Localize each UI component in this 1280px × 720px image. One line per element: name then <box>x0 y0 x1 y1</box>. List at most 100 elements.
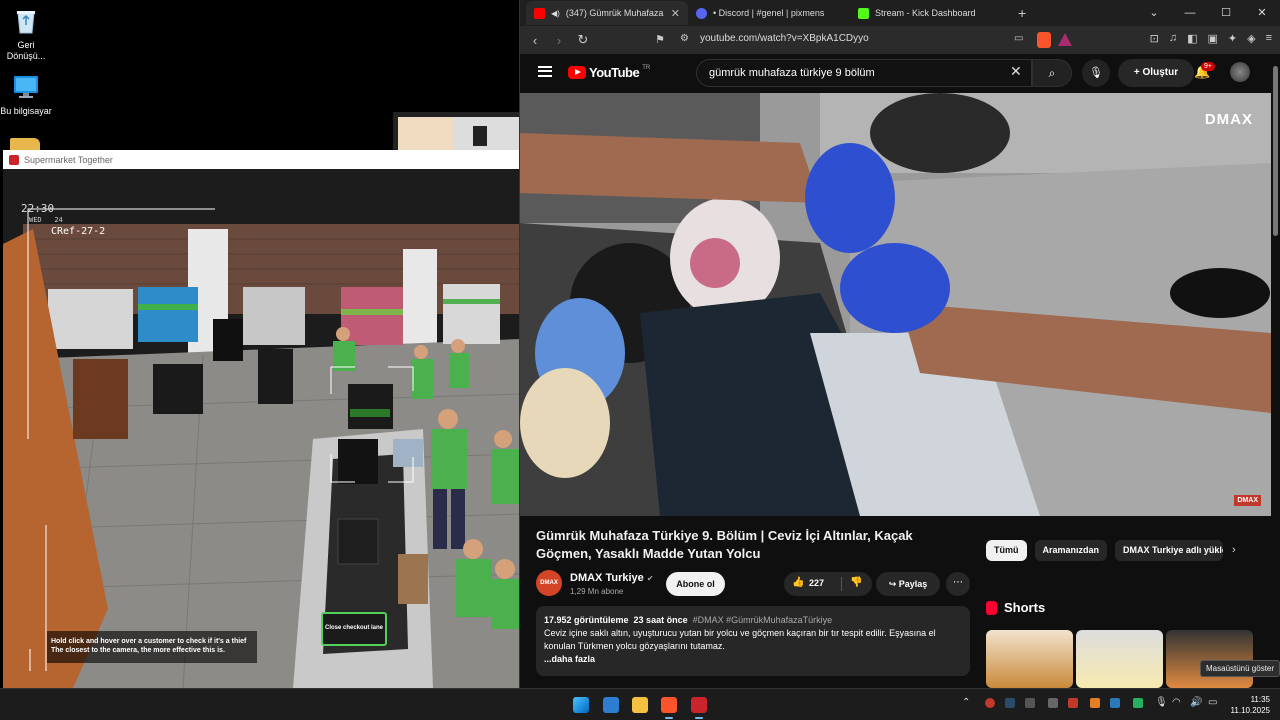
file-explorer-icon[interactable] <box>632 697 648 713</box>
wallet-icon[interactable]: ▣ <box>1207 32 1217 45</box>
short-thumbnail[interactable] <box>1076 630 1163 688</box>
close-checkout-lane-button[interactable]: Close checkout lane <box>321 612 387 646</box>
widgets-icon[interactable] <box>603 697 619 713</box>
menu-icon[interactable]: ≡ <box>1266 32 1272 45</box>
chevron-down-icon[interactable]: ⌄ <box>1136 0 1172 26</box>
account-avatar[interactable] <box>1230 62 1250 82</box>
short-thumbnail[interactable] <box>1166 630 1253 688</box>
video-player[interactable]: DMAX DMAX <box>520 93 1271 516</box>
like-icon[interactable]: 👍 <box>792 577 804 588</box>
upload-age: 23 saat önce <box>633 615 688 625</box>
music-icon[interactable]: ♫ <box>1169 32 1177 45</box>
screenshot-icon[interactable]: ⊡ <box>1150 32 1159 45</box>
volume-icon[interactable]: 🔊 <box>1190 697 1202 708</box>
back-button[interactable]: ‹ <box>528 33 542 48</box>
close-icon[interactable]: ✕ <box>671 7 680 20</box>
clear-search-icon[interactable]: ✕ <box>1010 63 1022 80</box>
tray-app-icon[interactable] <box>1048 698 1058 708</box>
chip-all[interactable]: Tümü <box>986 540 1027 561</box>
maximize-button[interactable]: ☐ <box>1208 0 1244 26</box>
share-button[interactable]: ↪ Paylaş <box>876 572 940 596</box>
page-scrollbar[interactable] <box>1273 66 1278 236</box>
new-tab-button[interactable]: + <box>1018 5 1026 21</box>
url-field[interactable]: youtube.com/watch?v=XBpkA1CDyyo <box>700 33 869 44</box>
channel-name[interactable]: DMAX Turkiye ✔ <box>570 572 654 584</box>
hint-line-2: The closest to the camera, the more effe… <box>51 647 225 654</box>
subscribe-button[interactable]: Abone ol <box>666 572 725 596</box>
search-input[interactable]: gümrük muhafaza türkiye 9 bölüm <box>696 59 1032 87</box>
leo-ai-icon[interactable]: ✦ <box>1228 32 1237 45</box>
chevron-up-icon[interactable]: ⌃ <box>962 697 970 708</box>
mic-icon: 🎙 <box>1089 67 1103 79</box>
brave-browser-icon[interactable] <box>661 697 677 713</box>
chip-from-search[interactable]: Aramanızdan <box>1034 540 1108 561</box>
system-clock[interactable]: 11:35 11.10.2025 <box>1231 694 1270 716</box>
vpn-icon[interactable]: ◈ <box>1247 32 1255 45</box>
tab-label: (347) Gümrük Muhafaza Türkiye <box>565 8 665 18</box>
hashtags[interactable]: #DMAX #GümrükMuhafazaTürkiye <box>693 615 833 625</box>
more-actions-button[interactable]: ⋯ <box>946 572 970 596</box>
close-window-button[interactable]: ✕ <box>1244 0 1280 26</box>
game-viewport[interactable]: 22:30 WED 24 CRef-27-2 Hold click and ho… <box>3 169 520 688</box>
monitor-icon <box>11 72 41 102</box>
dmax-watermark: DMAX <box>1204 111 1253 128</box>
hint-line-1: Hold click and hover over a customer to … <box>51 638 247 645</box>
wifi-icon[interactable]: ◠ <box>1172 697 1181 708</box>
like-count: 227 <box>809 578 825 588</box>
mic-icon[interactable]: 🎙 <box>1155 697 1168 708</box>
youtube-logo[interactable]: YouTube TR <box>568 65 650 80</box>
game-titlebar[interactable]: Supermarket Together <box>3 150 520 169</box>
speaker-icon[interactable]: ◀) <box>551 9 560 18</box>
tab-label: • Discord | #genel | pixmens <box>713 8 825 18</box>
youtube-icon <box>534 7 545 19</box>
forward-button[interactable]: › <box>552 33 566 48</box>
sidebar-icon[interactable]: ◧ <box>1187 32 1197 45</box>
brave-shields-icon[interactable] <box>1037 32 1051 48</box>
youtube-header: YouTube TR gümrük muhafaza türkiye 9 böl… <box>520 54 1280 92</box>
subscriber-count: 1,29 Mn abone <box>570 587 624 596</box>
clock-time: 11:35 <box>1250 695 1270 704</box>
filter-chips: Tümü Aramanızdan DMAX Turkiye adlı yükle <box>986 540 1224 562</box>
windows-start-icon[interactable] <box>573 697 589 713</box>
shorts-heading: Shorts <box>986 600 1045 615</box>
desktop-icon-label: Geri Dönüşü... <box>6 40 46 61</box>
tray-app-icon[interactable] <box>1025 698 1035 708</box>
tab-discord[interactable]: • Discord | #genel | pixmens <box>688 1 850 25</box>
channel-avatar[interactable]: DMAX <box>536 570 562 596</box>
tray-app-icon[interactable] <box>985 698 995 708</box>
reload-button[interactable]: ↻ <box>576 32 590 48</box>
supermarket-together-icon[interactable] <box>691 697 707 713</box>
tab-youtube[interactable]: ◀) (347) Gümrük Muhafaza Türkiye ✕ <box>526 1 688 25</box>
site-settings-icon[interactable]: ⚙ <box>680 33 689 44</box>
tray-app-icon[interactable] <box>1068 698 1078 708</box>
tray-app-icon[interactable] <box>1110 698 1120 708</box>
cast-icon[interactable]: ▭ <box>1014 33 1023 44</box>
bookmark-icon[interactable]: ⚑ <box>655 33 665 46</box>
toolbar-icons: ⊡ ♫ ◧ ▣ ✦ ◈ ≡ <box>1150 32 1272 45</box>
desktop-icon-label: Bu bilgisayar <box>0 106 52 116</box>
tray-app-icon[interactable] <box>1133 698 1143 708</box>
verified-icon: ✔ <box>646 574 654 583</box>
desktop-icon-this-pc[interactable]: Bu bilgisayar <box>0 72 52 117</box>
description-box[interactable]: 17.952 görüntüleme 23 saat önce #DMAX #G… <box>536 606 970 676</box>
steam-icon[interactable] <box>1005 698 1015 708</box>
minimize-button[interactable]: — <box>1172 0 1208 26</box>
desktop-icon-recycle-bin[interactable]: Geri Dönüşü... <box>0 6 52 62</box>
tray-app-icon[interactable] <box>1090 698 1100 708</box>
brave-rewards-icon[interactable] <box>1058 33 1072 46</box>
browser-window[interactable]: ◀) (347) Gümrük Muhafaza Türkiye ✕ • Dis… <box>519 0 1280 688</box>
short-thumbnail[interactable] <box>986 630 1073 688</box>
hamburger-menu-icon[interactable] <box>538 66 552 77</box>
chip-channel-uploads[interactable]: DMAX Turkiye adlı yükle <box>1115 540 1224 561</box>
show-more-link[interactable]: ...daha fazla <box>544 653 962 666</box>
dislike-icon[interactable]: 👎 <box>850 577 862 588</box>
chevron-right-icon[interactable]: › <box>1232 544 1236 556</box>
dmax-corner-logo: DMAX <box>1234 495 1261 506</box>
voice-search-button[interactable]: 🎙 <box>1082 59 1110 87</box>
battery-icon[interactable]: ▭ <box>1208 697 1217 708</box>
hint-box: Hold click and hover over a customer to … <box>47 631 257 663</box>
tab-kick[interactable]: Stream - Kick Dashboard <box>850 1 1012 25</box>
game-window[interactable]: Supermarket Together 22:30 WED 24 CRef-2… <box>3 150 520 688</box>
create-button[interactable]: + Oluştur <box>1118 59 1194 87</box>
search-button[interactable]: ⌕ <box>1032 59 1072 87</box>
